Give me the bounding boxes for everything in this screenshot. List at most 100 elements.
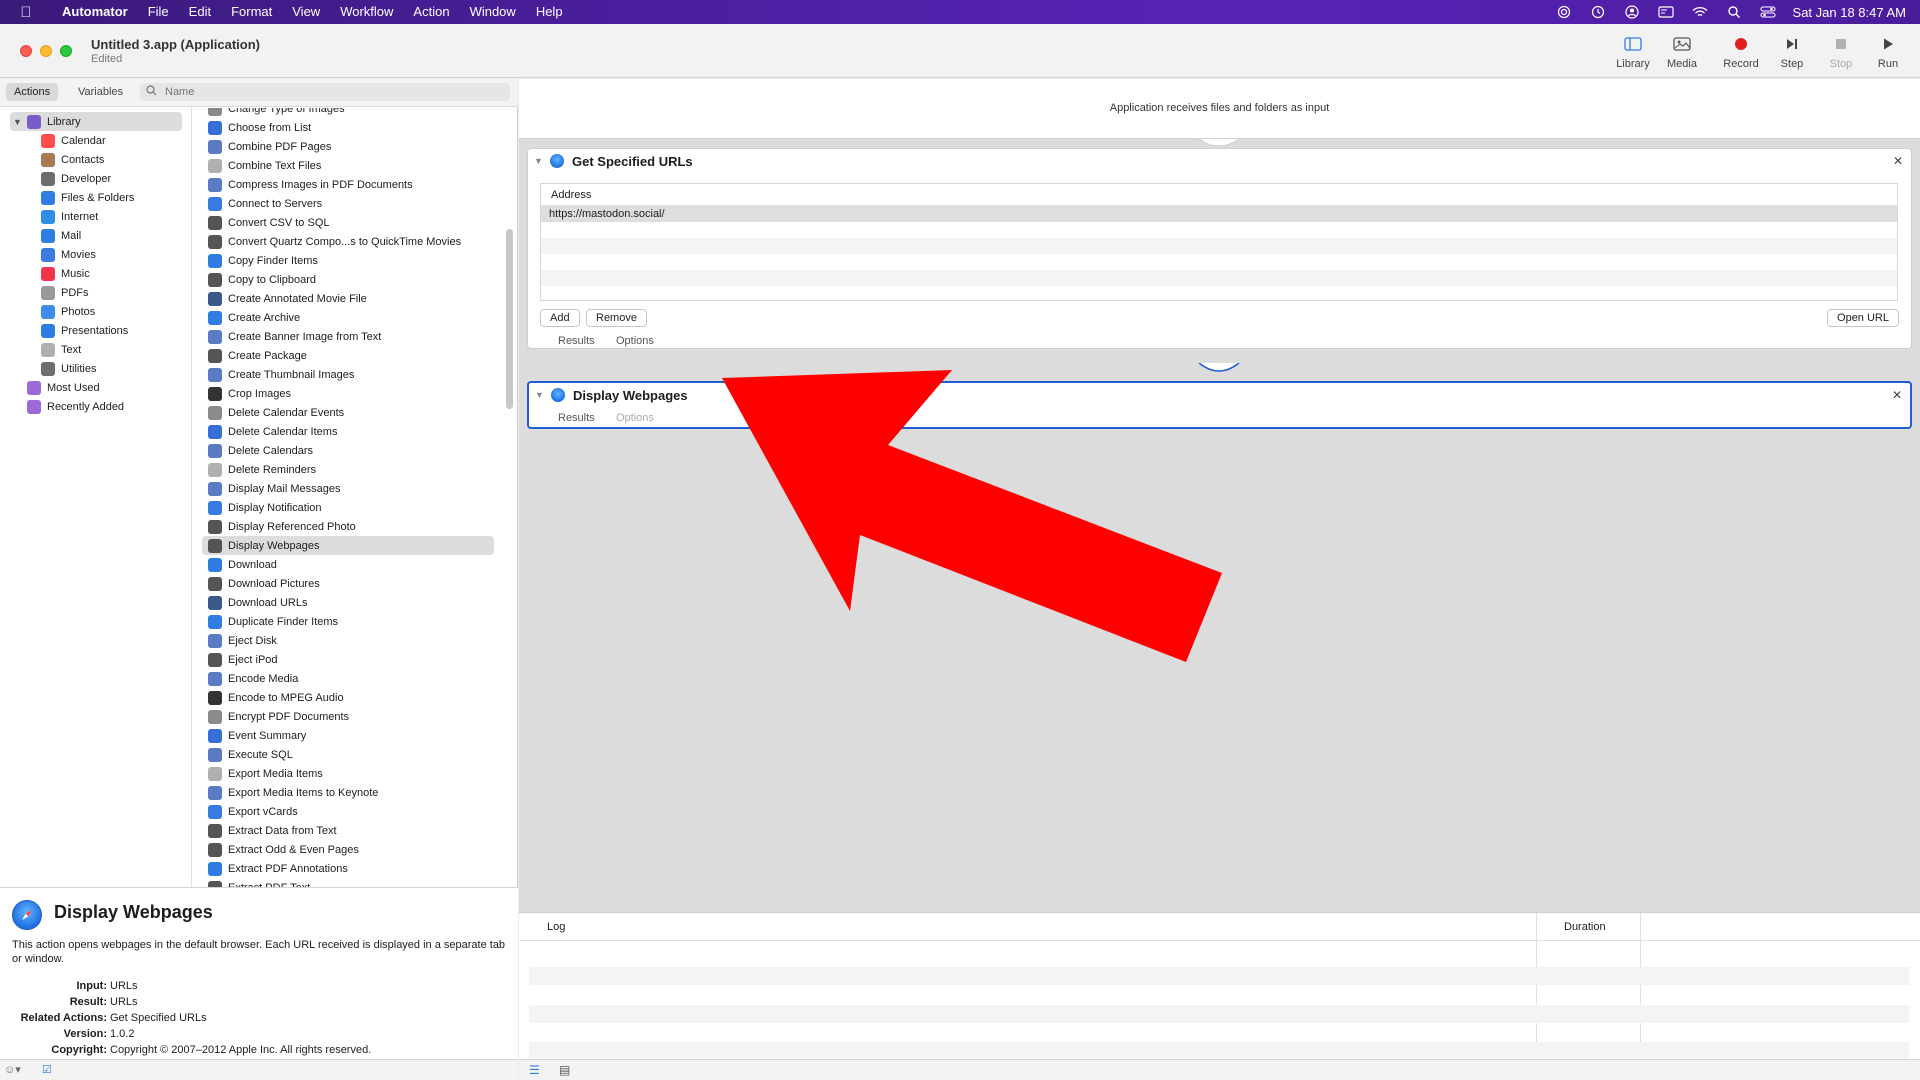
tab-actions[interactable]: Actions [6, 83, 59, 101]
action-list-item[interactable]: Encode Media [202, 669, 494, 688]
time-machine-icon[interactable] [1589, 5, 1607, 19]
disclosure-chevron-icon[interactable]: ▼ [13, 117, 27, 127]
action-list-item[interactable]: Connect to Servers [202, 194, 494, 213]
apple-menu-icon[interactable]:  [0, 4, 52, 21]
library-item-utilities[interactable]: Utilities [0, 359, 191, 378]
action-list-item[interactable]: Display Referenced Photo [202, 517, 494, 536]
action-get-specified-urls[interactable]: ▼ Get Specified URLs ✕ Address https://m… [527, 148, 1912, 349]
library-item-files-folders[interactable]: Files & Folders [0, 188, 191, 207]
action-list-item[interactable]: Export vCards [202, 802, 494, 821]
library-item-photos[interactable]: Photos [0, 302, 191, 321]
action-list-item[interactable]: Extract Odd & Even Pages [202, 840, 494, 859]
action-list-item[interactable]: Compress Images in PDF Documents [202, 175, 494, 194]
log-column-header[interactable]: Log [547, 921, 565, 933]
action-list-item[interactable]: Encode to MPEG Audio [202, 688, 494, 707]
card-icon[interactable] [1657, 5, 1675, 19]
action-list-item[interactable]: Delete Calendar Events [202, 403, 494, 422]
wifi-icon[interactable] [1691, 5, 1709, 19]
collapse-chevron-icon[interactable]: ▼ [535, 390, 547, 400]
action-list-item[interactable]: Delete Calendar Items [202, 422, 494, 441]
action-list-item[interactable]: Download URLs [202, 593, 494, 612]
action-list-item[interactable]: Eject iPod [202, 650, 494, 669]
action-list-item[interactable]: Download [202, 555, 494, 574]
action-list-item[interactable]: Delete Calendars [202, 441, 494, 460]
record-button[interactable]: Record [1716, 34, 1766, 70]
library-item-pdfs[interactable]: PDFs [0, 283, 191, 302]
action-list-item[interactable]: Change Type of Images [202, 108, 494, 118]
library-item-presentations[interactable]: Presentations [0, 321, 191, 340]
stop-button[interactable]: Stop [1816, 34, 1866, 70]
run-button[interactable]: Run [1863, 34, 1913, 70]
list-view-icon[interactable]: ☰ [529, 1063, 540, 1077]
action-list-item[interactable]: Choose from List [202, 118, 494, 137]
tab-variables[interactable]: Variables [70, 83, 131, 101]
action-list-item[interactable]: Crop Images [202, 384, 494, 403]
action-list-item[interactable]: Delete Reminders [202, 460, 494, 479]
action-list-item[interactable]: Display Webpages [202, 536, 494, 555]
user-account-icon[interactable] [1623, 5, 1641, 19]
menubar-clock[interactable]: Sat Jan 18 8:47 AM [1793, 5, 1906, 20]
menu-workflow[interactable]: Workflow [330, 0, 403, 24]
menu-action[interactable]: Action [403, 0, 459, 24]
add-url-button[interactable]: Add [540, 309, 580, 327]
action-list-item[interactable]: Combine Text Files [202, 156, 494, 175]
action-search-field[interactable] [140, 83, 510, 101]
action-options-tab[interactable]: Options [616, 412, 654, 424]
library-button[interactable]: Library [1608, 34, 1658, 70]
action-list-item[interactable]: Event Summary [202, 726, 494, 745]
action-menu-icon[interactable]: ☺▾ [4, 1063, 21, 1076]
action-list-item[interactable]: Create Banner Image from Text [202, 327, 494, 346]
menu-app[interactable]: Automator [52, 0, 138, 24]
search-input[interactable] [165, 86, 485, 98]
media-button[interactable]: Media [1657, 34, 1707, 70]
remove-action-close-icon[interactable]: ✕ [1893, 154, 1903, 168]
library-item-most-used[interactable]: Most Used [0, 378, 191, 397]
collapse-chevron-icon[interactable]: ▼ [534, 156, 546, 166]
url-row[interactable]: https://mastodon.social/ [541, 206, 1897, 222]
minimize-window-button[interactable] [40, 45, 52, 57]
action-list-item[interactable]: Copy to Clipboard [202, 270, 494, 289]
action-list-item[interactable]: Create Thumbnail Images [202, 365, 494, 384]
action-options-tab[interactable]: Options [616, 335, 654, 347]
action-list-item[interactable]: Copy Finder Items [202, 251, 494, 270]
menu-file[interactable]: File [138, 0, 179, 24]
action-list-item[interactable]: Encrypt PDF Documents [202, 707, 494, 726]
action-list-item[interactable]: Combine PDF Pages [202, 137, 494, 156]
action-list-item[interactable]: Convert Quartz Compo...s to QuickTime Mo… [202, 232, 494, 251]
open-url-button[interactable]: Open URL [1827, 309, 1899, 327]
action-list-item[interactable]: Export Media Items to Keynote [202, 783, 494, 802]
library-item-internet[interactable]: Internet [0, 207, 191, 226]
url-table-header-address[interactable]: Address [541, 184, 1897, 206]
action-list-item[interactable]: Create Annotated Movie File [202, 289, 494, 308]
control-center-icon[interactable] [1759, 5, 1777, 19]
step-button[interactable]: Step [1767, 34, 1817, 70]
duration-column-header[interactable]: Duration [1564, 921, 1606, 933]
action-list-item[interactable]: Eject Disk [202, 631, 494, 650]
action-list-item[interactable]: Create Archive [202, 308, 494, 327]
toggle-description-icon[interactable]: ☑ [42, 1063, 52, 1076]
zoom-window-button[interactable] [60, 45, 72, 57]
menu-window[interactable]: Window [460, 0, 526, 24]
action-list-item[interactable]: Create Package [202, 346, 494, 365]
library-item-calendar[interactable]: Calendar [0, 131, 191, 150]
library-item-mail[interactable]: Mail [0, 226, 191, 245]
spotlight-search-icon[interactable] [1725, 5, 1743, 19]
action-list-item[interactable]: Extract PDF Text [202, 878, 494, 887]
action-list-item[interactable]: Extract Data from Text [202, 821, 494, 840]
menu-format[interactable]: Format [221, 0, 282, 24]
remove-url-button[interactable]: Remove [586, 309, 647, 327]
library-item-text[interactable]: Text [0, 340, 191, 359]
action-list-item[interactable]: Convert CSV to SQL [202, 213, 494, 232]
action-list-item[interactable]: Duplicate Finder Items [202, 612, 494, 631]
action-list-item[interactable]: Export Media Items [202, 764, 494, 783]
airdrop-icon[interactable] [1555, 5, 1573, 19]
close-window-button[interactable] [20, 45, 32, 57]
action-list-item[interactable]: Display Notification [202, 498, 494, 517]
library-item-contacts[interactable]: Contacts [0, 150, 191, 169]
menu-help[interactable]: Help [526, 0, 573, 24]
menu-view[interactable]: View [282, 0, 330, 24]
action-results-tab[interactable]: Results [558, 335, 595, 347]
action-list-scrollbar[interactable] [506, 229, 513, 409]
action-list-item[interactable]: Display Mail Messages [202, 479, 494, 498]
library-item-developer[interactable]: Developer [0, 169, 191, 188]
